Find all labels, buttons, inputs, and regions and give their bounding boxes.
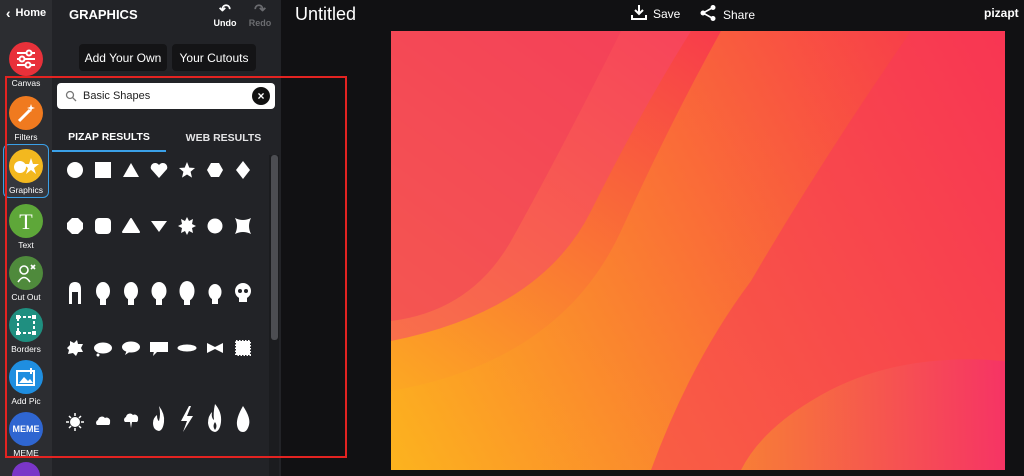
tool-canvas[interactable]: Canvas <box>3 38 49 90</box>
document-title[interactable]: Untitled <box>295 4 356 25</box>
download-icon <box>631 4 647 23</box>
tool-text[interactable]: T Text <box>3 200 49 252</box>
head-4-shape[interactable] <box>177 280 197 306</box>
undo-icon: ↶ <box>219 1 231 17</box>
flame-shape[interactable] <box>149 404 169 434</box>
undo-button[interactable]: ↶ Undo <box>210 2 240 28</box>
speech-rect-shape[interactable] <box>149 338 169 358</box>
tool-graphics[interactable]: Graphics <box>3 144 49 198</box>
hexagon-shape[interactable] <box>205 160 225 180</box>
bowtie-speech-shape[interactable] <box>205 338 225 358</box>
circle-small-shape[interactable] <box>205 216 225 236</box>
diamond-shape[interactable] <box>233 160 253 180</box>
square-shape[interactable] <box>93 160 113 180</box>
tool-meme[interactable]: MEME MEME <box>3 408 49 460</box>
save-button[interactable]: Save <box>631 4 680 23</box>
head-2-shape[interactable] <box>121 280 141 306</box>
top-bar: Untitled Save Share pizapt <box>281 0 1024 28</box>
tool-label: Add Pic <box>11 396 41 406</box>
triangle-shape[interactable] <box>121 160 141 180</box>
shapes-icon <box>9 149 43 183</box>
meme-icon-label: MEME <box>12 424 40 434</box>
storm-cloud-shape[interactable] <box>121 410 141 434</box>
oval-spiky-shape[interactable] <box>177 338 197 358</box>
graphics-panel: GRAPHICS ↶ Undo ↷ Redo Add Your Own Your… <box>52 0 281 476</box>
share-icon <box>699 4 717 25</box>
tool-label: MEME <box>13 448 39 458</box>
rounded-square-shape[interactable] <box>93 216 113 236</box>
skull-shape[interactable] <box>233 280 253 306</box>
add-picture-icon <box>9 360 43 394</box>
pizap-editor: ‹ Home Canvas Filters Graphics T Text Cu… <box>0 0 1024 476</box>
chevron-left-icon: ‹ <box>5 5 11 21</box>
four-point-star-shape[interactable] <box>233 216 253 236</box>
panel-title: GRAPHICS <box>69 7 138 22</box>
water-drop-shape[interactable] <box>233 404 253 434</box>
magic-wand-icon <box>9 96 43 130</box>
circle-shape[interactable] <box>65 160 85 180</box>
head-1-shape[interactable] <box>93 280 113 306</box>
home-button[interactable]: ‹ Home <box>0 0 52 26</box>
lightning-bolt-shape[interactable] <box>177 404 197 434</box>
undo-label: Undo <box>213 18 237 28</box>
results-scrollbar[interactable] <box>269 155 279 476</box>
redo-icon: ↷ <box>254 1 266 17</box>
head-3-shape[interactable] <box>149 280 169 306</box>
burst-shape[interactable] <box>177 216 197 236</box>
tool-label: Canvas <box>11 78 41 88</box>
cloud-shape[interactable] <box>93 410 113 434</box>
editor-canvas[interactable] <box>391 31 1005 470</box>
search-box: × <box>57 83 275 109</box>
tool-cutout[interactable]: Cut Out <box>3 252 49 304</box>
meme-icon: MEME <box>9 412 43 446</box>
star-shape[interactable] <box>177 160 197 180</box>
triangle-rounded-shape[interactable] <box>121 216 141 236</box>
tool-filters[interactable]: Filters <box>3 92 49 144</box>
home-label: Home <box>15 7 47 19</box>
fire-shape[interactable] <box>205 402 225 434</box>
tool-rail: ‹ Home Canvas Filters Graphics T Text Cu… <box>0 0 52 476</box>
sun-shape[interactable] <box>65 410 85 434</box>
tool-label: Filters <box>14 132 38 142</box>
search-input[interactable] <box>83 90 253 102</box>
search-icon <box>65 90 77 102</box>
head-5-shape[interactable] <box>205 280 225 306</box>
tool-label: Graphics <box>8 185 43 195</box>
results-grid <box>58 158 268 476</box>
add-your-own-button[interactable]: Add Your Own <box>79 44 167 71</box>
tool-label: Borders <box>11 344 41 354</box>
share-button[interactable]: Share <box>699 4 755 25</box>
inverted-triangle-shape[interactable] <box>149 216 169 236</box>
clear-search-icon[interactable]: × <box>252 87 270 105</box>
speech-oval-shape[interactable] <box>121 338 141 358</box>
stamp-shape[interactable] <box>233 338 253 358</box>
thought-cloud-shape[interactable] <box>93 338 113 358</box>
heart-shape[interactable] <box>149 160 169 180</box>
speech-burst-shape[interactable] <box>65 338 85 358</box>
your-cutouts-button[interactable]: Your Cutouts <box>172 44 256 71</box>
tool-borders[interactable]: Borders <box>3 304 49 356</box>
octagon-shape[interactable] <box>65 216 85 236</box>
save-label: Save <box>653 6 681 21</box>
tool-label: Text <box>18 240 34 250</box>
share-label: Share <box>723 7 756 22</box>
redo-button[interactable]: ↷ Redo <box>245 2 275 28</box>
head-long-hair-shape[interactable] <box>65 280 85 306</box>
cutout-person-icon <box>9 256 43 290</box>
scrollbar-thumb[interactable] <box>271 155 278 340</box>
text-t-icon: T <box>9 204 43 238</box>
sliders-icon <box>9 42 43 76</box>
tool-label: Cut Out <box>11 292 41 302</box>
gradient-background-image <box>391 31 1005 470</box>
border-frame-icon <box>9 308 43 342</box>
tool-add-pic[interactable]: Add Pic <box>3 356 49 408</box>
tab-pizap-results[interactable]: PIZAP RESULTS <box>52 124 166 152</box>
more-tool-icon[interactable] <box>12 462 40 476</box>
brand-logo[interactable]: pizapt <box>984 6 1019 20</box>
tab-web-results[interactable]: WEB RESULTS <box>166 124 281 152</box>
svg-text:T: T <box>19 210 33 232</box>
redo-label: Redo <box>248 18 272 28</box>
